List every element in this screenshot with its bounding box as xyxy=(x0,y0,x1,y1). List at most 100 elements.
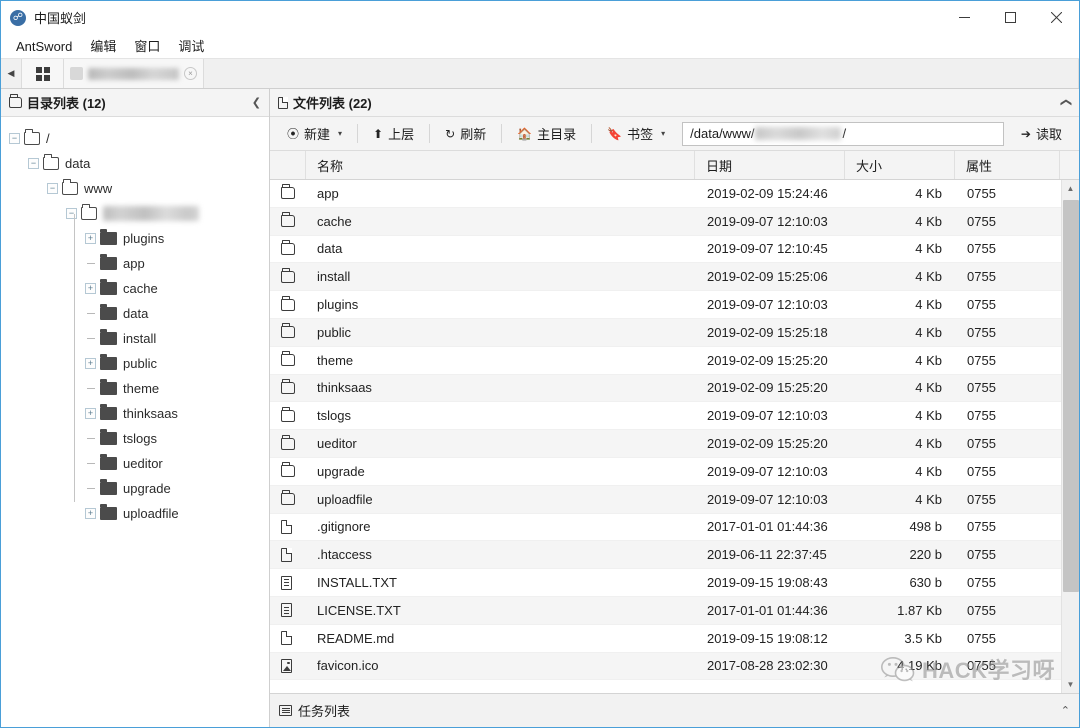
folder-icon xyxy=(100,329,117,345)
refresh-icon: ↻ xyxy=(445,126,456,141)
row-icon-cell xyxy=(270,267,306,283)
table-row[interactable]: LICENSE.TXT 2017-01-01 01:44:36 1.87 Kb 075… xyxy=(270,596,1061,625)
tree-collapse-icon[interactable]: − xyxy=(66,208,77,219)
tree-collapse-icon[interactable]: − xyxy=(47,183,58,194)
tree-leaf-connector xyxy=(85,463,96,464)
tree-node[interactable]: − www xyxy=(1,176,269,201)
column-header-attr[interactable]: 属性 xyxy=(955,151,1060,179)
tree-node[interactable]: + plugins xyxy=(1,226,269,251)
tree-node[interactable]: ueditor xyxy=(1,451,269,476)
directory-panel-collapse-icon[interactable]: ❮ xyxy=(252,96,261,109)
tab-close-icon[interactable]: × xyxy=(184,67,197,80)
refresh-button[interactable]: ↻ 刷新 xyxy=(434,122,497,146)
file-row-list[interactable]: app 2019-02-09 15:24:46 4 Kb 0755 cache 2019-… xyxy=(270,180,1061,693)
tab-item-shell[interactable]: × xyxy=(64,59,204,88)
file-panel-header: 文件列表 (22) ❮ xyxy=(270,89,1079,117)
tree-node[interactable]: tslogs xyxy=(1,426,269,451)
tree-expand-icon[interactable]: + xyxy=(85,508,96,519)
tab-scroll-left-icon[interactable]: ◀ xyxy=(1,59,22,88)
table-row[interactable]: plugins 2019-09-07 12:10:03 4 Kb 0755 xyxy=(270,291,1061,319)
table-row[interactable]: favicon.ico 2017-08-28 23:02:30 4.19 Kb 075… xyxy=(270,652,1061,681)
table-row[interactable]: data 2019-09-07 12:10:45 4 Kb 0755 xyxy=(270,236,1061,264)
row-attr: 0755 xyxy=(967,241,996,257)
table-row[interactable]: public 2019-02-09 15:25:18 4 Kb 0755 xyxy=(270,318,1061,347)
table-row[interactable]: cache 2019-09-07 12:10:03 4 Kb 0755 xyxy=(270,207,1061,236)
tree-node[interactable]: upgrade xyxy=(1,476,269,501)
minimize-button[interactable] xyxy=(941,1,987,34)
row-date: 2019-02-09 15:25:18 xyxy=(707,324,828,340)
tree-collapse-icon[interactable]: − xyxy=(28,158,39,169)
tree-collapse-icon[interactable]: − xyxy=(9,133,20,144)
table-row[interactable]: theme 2019-02-09 15:25:20 4 Kb 0755 xyxy=(270,347,1061,375)
toolbar-separator xyxy=(429,124,431,143)
task-list-expand-icon[interactable]: ⌃ xyxy=(1061,704,1070,717)
tree-node[interactable]: + public xyxy=(1,351,269,376)
table-row[interactable]: INSTALL.TXT 2019-09-15 19:08:43 630 b 0755 xyxy=(270,569,1061,597)
new-button[interactable]: ⦿ 新建 ▾ xyxy=(276,122,353,146)
tree-expand-icon[interactable]: + xyxy=(85,233,96,244)
menu-item-debug[interactable]: 调试 xyxy=(169,37,213,56)
tree-expand-icon[interactable]: + xyxy=(85,358,96,369)
row-icon-cell xyxy=(270,462,306,478)
table-row[interactable]: .gitignore 2017-01-01 01:44:36 498 b 0755 xyxy=(270,514,1061,542)
tree-node[interactable]: − / xyxy=(1,126,269,151)
tree-node[interactable]: theme xyxy=(1,376,269,401)
scroll-up-icon[interactable]: ▲ xyxy=(1062,180,1080,197)
tree-node[interactable]: − data xyxy=(1,151,269,176)
menu-item-antsword[interactable]: AntSword xyxy=(7,37,81,56)
table-row[interactable]: upgrade 2019-09-07 12:10:03 4 Kb 0755 xyxy=(270,458,1061,486)
home-button[interactable]: 🏠 主目录 xyxy=(506,122,587,146)
table-row[interactable]: uploadfile 2019-09-07 12:10:03 4 Kb 0755 xyxy=(270,485,1061,514)
tree-node[interactable]: + uploadfile xyxy=(1,501,269,526)
row-size: 4 Kb xyxy=(915,408,942,424)
folder-icon xyxy=(100,479,117,495)
column-header-date[interactable]: 日期 xyxy=(695,151,845,179)
tree-node[interactable]: − xyxy=(1,201,269,226)
folder-icon xyxy=(281,323,295,339)
tree-node[interactable]: data xyxy=(1,301,269,326)
chevron-down-icon[interactable]: ▾ xyxy=(338,129,342,138)
tree-node[interactable]: + cache xyxy=(1,276,269,301)
row-icon-cell xyxy=(270,575,306,590)
scrollbar-thumb[interactable] xyxy=(1062,200,1079,592)
file-panel-collapse-icon[interactable]: ❮ xyxy=(1060,98,1073,107)
up-button-label: 上层 xyxy=(388,127,415,142)
file-panel-title: 文件列表 (22) xyxy=(293,96,372,111)
tree-node-label: ueditor xyxy=(123,456,163,471)
path-input[interactable]: /data/www/ / xyxy=(682,121,1004,146)
home-button-label: 主目录 xyxy=(537,127,577,142)
row-name: INSTALL.TXT xyxy=(317,575,397,591)
read-button[interactable]: ➔ 读取 xyxy=(1010,122,1073,146)
row-attr: 0755 xyxy=(967,185,996,201)
column-header-size[interactable]: 大小 xyxy=(845,151,955,179)
table-row[interactable]: app 2019-02-09 15:24:46 4 Kb 0755 xyxy=(270,180,1061,208)
tree-expand-icon[interactable]: + xyxy=(85,283,96,294)
table-row[interactable]: install 2019-02-09 15:25:06 4 Kb 0755 xyxy=(270,263,1061,292)
table-row[interactable]: thinksaas 2019-02-09 15:25:20 4 Kb 0755 xyxy=(270,374,1061,403)
row-size: 4 Kb xyxy=(915,213,942,229)
bookmark-button[interactable]: 🔖 书签 ▾ xyxy=(596,122,676,146)
tree-expand-icon[interactable]: + xyxy=(85,408,96,419)
table-row[interactable]: tslogs 2019-09-07 12:10:03 4 Kb 0755 xyxy=(270,402,1061,431)
chevron-down-icon[interactable]: ▾ xyxy=(661,129,665,138)
table-row[interactable]: ueditor 2019-02-09 15:25:20 4 Kb 0755 xyxy=(270,430,1061,458)
directory-tree[interactable]: − / − data − www − + plugins app + cache data install… xyxy=(1,117,269,693)
tree-node[interactable]: + thinksaas xyxy=(1,401,269,426)
task-list-bar[interactable]: 任务列表 ⌃ xyxy=(270,693,1079,727)
maximize-button[interactable] xyxy=(987,1,1033,34)
file-list-scrollbar[interactable]: ▲ ▼ xyxy=(1061,180,1079,693)
menu-item-window[interactable]: 窗口 xyxy=(125,37,169,56)
path-field-wrapper: /data/www/ / xyxy=(676,121,1010,146)
grid-view-icon[interactable] xyxy=(22,59,64,88)
up-button[interactable]: ⬆ 上层 xyxy=(362,122,425,146)
close-button[interactable] xyxy=(1033,1,1079,34)
column-header-name[interactable]: 名称 xyxy=(306,151,695,179)
table-row[interactable]: .htaccess 2019-06-11 22:37:45 220 b 0755 xyxy=(270,541,1061,570)
menu-item-edit[interactable]: 编辑 xyxy=(81,37,125,56)
directory-panel: 目录列表 (12) ❮ − / − data − www − + plugins app + cach… xyxy=(1,89,270,693)
scroll-down-icon[interactable]: ▼ xyxy=(1062,676,1080,693)
tree-node[interactable]: install xyxy=(1,326,269,351)
scrollbar-track[interactable] xyxy=(1062,197,1080,676)
table-row[interactable]: README.md 2019-09-15 19:08:12 3.5 Kb 0755 xyxy=(270,625,1061,653)
tree-node[interactable]: app xyxy=(1,251,269,276)
